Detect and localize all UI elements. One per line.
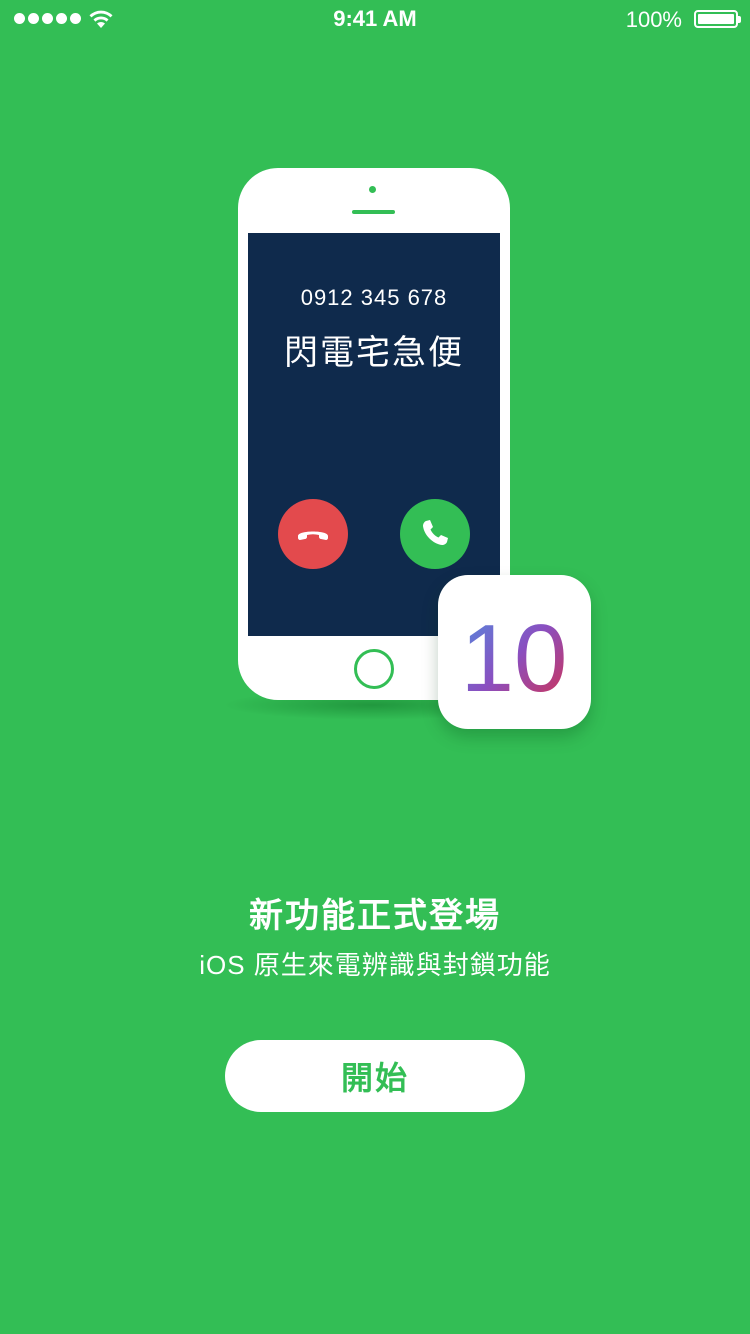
caller-number: 0912 345 678	[300, 285, 448, 310]
headline: 新功能正式登場	[249, 897, 501, 935]
ios10-badge: 10	[438, 575, 591, 729]
phone-home-button	[354, 649, 394, 689]
start-button[interactable]: 開始	[225, 1040, 525, 1112]
status-bar: 9:41 AM 100%	[0, 0, 750, 40]
ios10-badge-text: 10	[461, 605, 568, 712]
phone-speaker	[352, 210, 395, 214]
battery-percent: 100%	[625, 7, 682, 32]
phone-accept-icon	[400, 499, 470, 569]
subline: iOS 原生來電辨識與封鎖功能	[199, 950, 551, 980]
phone-camera	[369, 186, 376, 193]
phone-decline-icon	[278, 499, 348, 569]
battery-icon	[694, 10, 741, 28]
caller-name: 閃電宅急便	[284, 334, 464, 372]
